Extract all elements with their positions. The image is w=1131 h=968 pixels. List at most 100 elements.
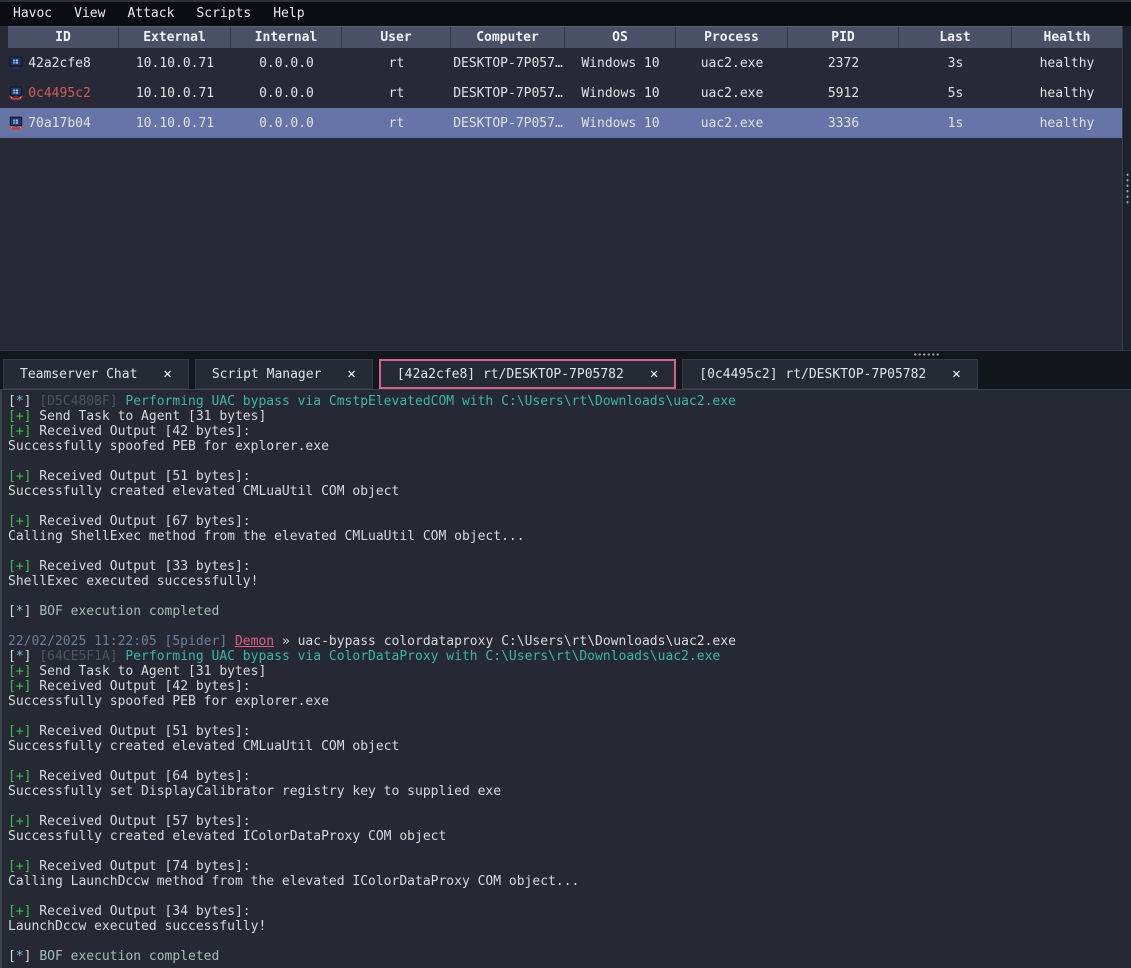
column-header-internal[interactable]: Internal — [231, 26, 342, 48]
cell-last: 5s — [947, 85, 964, 101]
cell-id: 0c4495c2 — [0, 78, 119, 108]
cell-computer: DESKTOP-7P057… — [453, 115, 563, 131]
console-line: Successfully created elevated CMLuaUtil … — [8, 484, 400, 499]
cell-external: 10.10.0.71 — [135, 55, 215, 71]
console-line: Successfully spoofed PEB for explorer.ex… — [8, 694, 329, 709]
cell-external: 10.10.0.71 — [135, 115, 215, 131]
console-line: [+] Received Output [57 bytes]: — [8, 814, 251, 829]
column-header-user[interactable]: User — [342, 26, 451, 48]
menu-item-scripts[interactable]: Scripts — [185, 2, 262, 26]
column-header-process[interactable]: Process — [676, 26, 788, 48]
tab-label: Teamserver Chat — [20, 366, 138, 382]
tab-teamserver-chat[interactable]: Teamserver Chat ✕ — [3, 359, 189, 389]
cell-process: uac2.exe — [700, 85, 764, 101]
cell-last: 3s — [947, 55, 964, 71]
cell-pid: 3336 — [827, 115, 860, 131]
horizontal-splitter-handle-icon[interactable] — [913, 352, 940, 357]
column-header-computer[interactable]: Computer — [451, 26, 565, 48]
console-output[interactable]: [*] [D5C480BF] Performing UAC bypass via… — [0, 389, 1131, 968]
cell-os: Windows 10 — [581, 115, 660, 131]
cell-id: 70a17b04 — [0, 108, 119, 138]
console-line: Calling ShellExec method from the elevat… — [8, 529, 525, 544]
table-header-row: ID External Internal User Computer OS Process P… — [8, 26, 1122, 48]
tab-42a2cfe8-rt-desktop-7p05782[interactable]: [42a2cfe8] rt/DESKTOP-7P05782 ✕ — [378, 359, 677, 389]
column-header-pid[interactable]: PID — [788, 26, 899, 48]
table-body: 42a2cfe8 10.10.0.71 0.0.0.0 rt DESKTOP-7P057… — [0, 48, 1131, 138]
sessions-table: ID External Internal User Computer OS Process P… — [0, 26, 1131, 350]
tab-script-manager[interactable]: Script Manager ✕ — [194, 359, 373, 389]
console-line: [+] Received Output [74 bytes]: — [8, 859, 251, 874]
cell-internal: 0.0.0.0 — [259, 115, 314, 131]
cell-process: uac2.exe — [700, 55, 764, 71]
vertical-splitter[interactable] — [1122, 26, 1131, 350]
session-row[interactable]: 70a17b04 10.10.0.71 0.0.0.0 rt DESKTOP-7P057… — [0, 108, 1122, 138]
console-line: Successfully set DisplayCalibrator regis… — [8, 784, 502, 799]
tab-0c4495c2-rt-desktop-7p05782[interactable]: [0c4495c2] rt/DESKTOP-7P05782 ✕ — [682, 359, 978, 389]
console-line: [+] Received Output [34 bytes]: — [8, 904, 251, 919]
console-line: [*] BOF execution completed — [8, 604, 220, 619]
cell-os: Windows 10 — [581, 85, 660, 101]
console-line: [*] [64CE5F1A] Performing UAC bypass via… — [8, 649, 721, 664]
cell-internal: 0.0.0.0 — [259, 55, 314, 71]
console-line: Successfully spoofed PEB for explorer.ex… — [8, 439, 329, 454]
console-line: [+] Received Output [51 bytes]: — [8, 724, 251, 739]
cell-internal: 0.0.0.0 — [259, 85, 314, 101]
console-line: [*] [D5C480BF] Performing UAC bypass via… — [8, 394, 736, 409]
cell-computer: DESKTOP-7P057… — [453, 55, 563, 71]
console-line: [+] Received Output [42 bytes]: — [8, 679, 251, 694]
column-header-id[interactable]: ID — [8, 26, 119, 48]
menu-item-view[interactable]: View — [63, 2, 116, 26]
cell-health: healthy — [1039, 55, 1095, 71]
cell-last: 1s — [947, 115, 964, 131]
havoc-window: Havoc View Attack Scripts Help ID External Int… — [0, 0, 1131, 968]
menu-item-help[interactable]: Help — [262, 2, 315, 26]
vertical-splitter-handle-icon[interactable] — [1125, 172, 1130, 206]
session-row[interactable]: 0c4495c2 10.10.0.71 0.0.0.0 rt DESKTOP-7P057… — [0, 78, 1122, 108]
demon-computer-icon — [8, 85, 24, 101]
cell-health: healthy — [1039, 85, 1095, 101]
session-row[interactable]: 42a2cfe8 10.10.0.71 0.0.0.0 rt DESKTOP-7P057… — [0, 48, 1122, 78]
console-line: ShellExec executed successfully! — [8, 574, 259, 589]
console-line: LaunchDccw executed successfully! — [8, 919, 267, 934]
dock-splitter[interactable] — [0, 350, 1131, 357]
console-line: [+] Received Output [64 bytes]: — [8, 769, 251, 784]
console-line: [+] Received Output [67 bytes]: — [8, 514, 251, 529]
column-header-os[interactable]: OS — [565, 26, 676, 48]
tab-close-icon[interactable]: ✕ — [347, 366, 355, 382]
tab-close-icon[interactable]: ✕ — [952, 366, 960, 382]
console-line: [+] Send Task to Agent [31 bytes] — [8, 664, 267, 679]
column-header-external[interactable]: External — [119, 26, 231, 48]
console-line: Successfully created elevated IColorData… — [8, 829, 447, 844]
menu-item-attack[interactable]: Attack — [116, 2, 185, 26]
cell-computer: DESKTOP-7P057… — [453, 85, 563, 101]
cell-pid: 2372 — [827, 55, 860, 71]
cell-id: 42a2cfe8 — [0, 48, 119, 78]
cell-external: 10.10.0.71 — [135, 85, 215, 101]
column-header-last[interactable]: Last — [899, 26, 1012, 48]
tab-label: [0c4495c2] rt/DESKTOP-7P05782 — [699, 366, 927, 382]
tab-close-icon[interactable]: ✕ — [650, 366, 658, 382]
menu-item-havoc[interactable]: Havoc — [2, 2, 63, 26]
cell-os: Windows 10 — [581, 55, 660, 71]
console-line: [+] Received Output [42 bytes]: — [8, 424, 251, 439]
cell-user: rt — [388, 55, 405, 71]
cell-user: rt — [388, 115, 405, 131]
tab-label: Script Manager — [211, 366, 322, 382]
tab-bar: Teamserver Chat ✕ Script Manager ✕ [42a2cfe8… — [0, 357, 1131, 389]
console-line: [+] Received Output [51 bytes]: — [8, 469, 251, 484]
console-line: Successfully created elevated CMLuaUtil … — [8, 739, 400, 754]
cell-user: rt — [388, 85, 405, 101]
console-line: [+] Send Task to Agent [31 bytes] — [8, 409, 267, 424]
tab-close-icon[interactable]: ✕ — [163, 366, 171, 382]
computer-icon — [8, 55, 24, 71]
column-header-health[interactable]: Health — [1012, 26, 1122, 48]
